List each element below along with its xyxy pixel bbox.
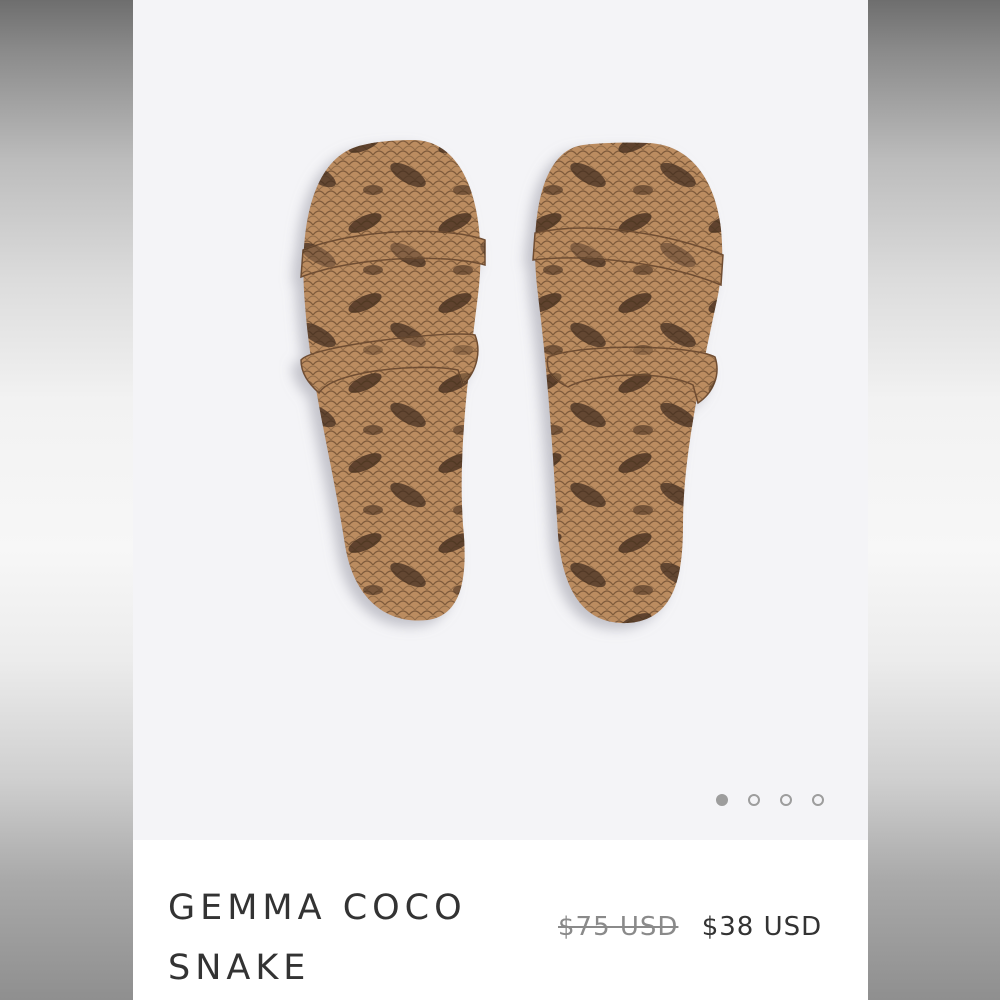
product-info: GEMMA COCO SNAKE $75 USD $38 USD [133, 840, 868, 1000]
original-price: $75 USD [558, 912, 679, 942]
carousel-dots [716, 794, 824, 806]
product-card: GEMMA COCO SNAKE $75 USD $38 USD [133, 0, 868, 1000]
screenshot-frame: GEMMA COCO SNAKE $75 USD $38 USD [0, 0, 1000, 1000]
product-image [300, 140, 724, 624]
price-row: $75 USD $38 USD [558, 912, 822, 942]
right-blur-bar [868, 0, 1000, 1000]
left-blur-bar [0, 0, 133, 1000]
product-image-carousel[interactable] [133, 0, 868, 840]
carousel-dot-1[interactable] [716, 794, 728, 806]
carousel-dot-3[interactable] [780, 794, 792, 806]
left-sandal [300, 140, 486, 621]
carousel-dot-2[interactable] [748, 794, 760, 806]
carousel-dot-4[interactable] [812, 794, 824, 806]
sale-price: $38 USD [701, 912, 823, 942]
product-title: GEMMA COCO SNAKE [168, 888, 467, 988]
right-sandal [532, 142, 724, 624]
